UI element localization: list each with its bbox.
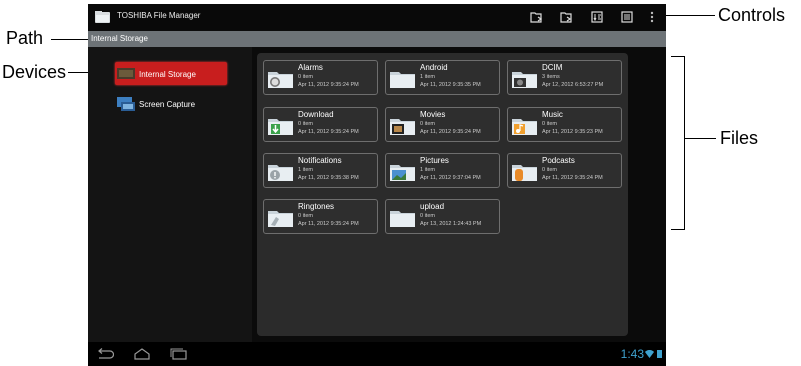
folder-count: 1 item: [298, 167, 313, 173]
folder-date: Apr 11, 2012 9:35:24 PM: [298, 129, 359, 135]
folder-name: Alarms: [298, 63, 323, 72]
folder-tile-upload[interactable]: upload 0 item Apr 13, 2012 1:24:43 PM: [385, 199, 500, 234]
files-bracket-top: [671, 56, 685, 57]
folder-name: Notifications: [298, 156, 342, 165]
files-callout: Files: [720, 128, 759, 148]
title-bar: TOSHIBA File Manager: [88, 4, 666, 30]
paste-file-icon[interactable]: [559, 10, 573, 24]
status-clock: 1:43: [620, 347, 644, 361]
folder-name: Ringtones: [298, 202, 335, 211]
music-folder-icon: [512, 119, 537, 135]
path-callout: Path: [6, 28, 44, 48]
folder-name: Movies: [420, 110, 446, 119]
folder-date: Apr 12, 2012 6:53:27 PM: [542, 82, 604, 88]
folder-name: Music: [542, 110, 563, 119]
device-label: Internal Storage: [139, 70, 196, 79]
files-bracket: [684, 56, 685, 229]
folder-tile-android[interactable]: Android 1 item Apr 11, 2012 9:35:35 PM: [385, 60, 500, 95]
storage-icon: [117, 68, 135, 79]
notification-folder-icon: [268, 165, 293, 181]
folder-count: 0 item: [420, 121, 435, 127]
folder-date: Apr 11, 2012 9:35:24 PM: [542, 175, 603, 181]
path-text[interactable]: Internal Storage: [91, 34, 148, 43]
system-navigation-bar: 1:43: [88, 342, 666, 366]
device-internal-storage[interactable]: Internal Storage: [115, 62, 227, 85]
folder-date: Apr 11, 2012 9:37:04 PM: [420, 175, 481, 181]
app-title: TOSHIBA File Manager: [117, 11, 201, 20]
folder-count: 0 item: [542, 121, 557, 127]
path-bar: Internal Storage: [88, 31, 666, 47]
download-folder-icon: [268, 119, 293, 135]
folder-name: upload: [420, 202, 445, 211]
folder-count: 0 item: [298, 213, 313, 219]
files-callout-line: [684, 138, 716, 139]
tablet-screen: TOSHIBA File Manager Internal Storage In…: [88, 4, 666, 366]
recent-apps-icon[interactable]: [170, 348, 188, 360]
new-file-icon[interactable]: [529, 10, 543, 24]
home-icon[interactable]: [133, 348, 151, 360]
folder-name: Android: [420, 63, 448, 72]
folder-icon: [390, 72, 415, 88]
sort-icon[interactable]: [590, 10, 604, 24]
folder-tile-pictures[interactable]: Pictures 1 item Apr 11, 2012 9:37:04 PM: [385, 153, 500, 188]
list-view-icon[interactable]: [620, 10, 634, 24]
folder-tile-podcasts[interactable]: Podcasts 0 item Apr 11, 2012 9:35:24 PM: [507, 153, 622, 188]
devices-panel: Internal Storage Screen Capture: [88, 47, 252, 342]
folder-date: Apr 13, 2012 1:24:43 PM: [420, 221, 482, 227]
folder-count: 0 item: [420, 213, 435, 219]
folder-date: Apr 11, 2012 9:35:38 PM: [298, 175, 359, 181]
files-panel: Alarms 0 item Apr 11, 2012 9:35:24 PM An…: [257, 53, 628, 336]
folder-name: Pictures: [420, 156, 449, 165]
camera-folder-icon: [512, 72, 537, 88]
podcast-folder-icon: [512, 165, 537, 181]
ringtone-folder-icon: [268, 211, 293, 227]
folder-count: 0 item: [298, 121, 313, 127]
folder-count: 1 item: [420, 167, 435, 173]
folder-tile-music[interactable]: Music 0 item Apr 11, 2012 9:35:23 PM: [507, 107, 622, 142]
alarm-folder-icon: [268, 72, 293, 88]
folder-tile-movies[interactable]: Movies 0 item Apr 11, 2012 9:35:24 PM: [385, 107, 500, 142]
folder-tile-ringtones[interactable]: Ringtones 0 item Apr 11, 2012 9:35:24 PM: [263, 199, 378, 234]
folder-tile-dcim[interactable]: DCIM 3 items Apr 12, 2012 6:53:27 PM: [507, 60, 622, 95]
back-icon[interactable]: [96, 348, 114, 360]
movie-folder-icon: [390, 119, 415, 135]
devices-callout: Devices: [2, 62, 67, 82]
folder-date: Apr 11, 2012 9:35:24 PM: [298, 221, 359, 227]
folder-name: Podcasts: [542, 156, 575, 165]
path-callout-line: [51, 39, 91, 40]
folder-date: Apr 11, 2012 9:35:23 PM: [542, 129, 603, 135]
folder-date: Apr 11, 2012 9:35:35 PM: [420, 82, 481, 88]
battery-icon: [657, 350, 662, 358]
folder-tile-download[interactable]: Download 0 item Apr 11, 2012 9:35:24 PM: [263, 107, 378, 142]
folder-name: DCIM: [542, 63, 563, 72]
device-label: Screen Capture: [139, 100, 196, 109]
folder-count: 0 item: [542, 167, 557, 173]
screen-capture-icon: [117, 97, 135, 111]
file-manager-app-icon: [95, 11, 110, 23]
overflow-menu-icon[interactable]: [648, 10, 656, 24]
folder-icon: [390, 211, 415, 227]
folder-count: 3 items: [542, 74, 560, 80]
picture-folder-icon: [390, 165, 415, 181]
controls-callout-line: [664, 15, 715, 16]
device-screen-capture[interactable]: Screen Capture: [115, 92, 227, 115]
folder-name: Download: [298, 110, 334, 119]
folder-count: 1 item: [420, 74, 435, 80]
wifi-icon: [645, 350, 654, 358]
folder-tile-notifications[interactable]: Notifications 1 item Apr 11, 2012 9:35:3…: [263, 153, 378, 188]
folder-count: 0 item: [298, 74, 313, 80]
folder-date: Apr 11, 2012 9:35:24 PM: [420, 129, 481, 135]
folder-tile-alarms[interactable]: Alarms 0 item Apr 11, 2012 9:35:24 PM: [263, 60, 378, 95]
files-bracket-bottom: [671, 229, 685, 230]
folder-date: Apr 11, 2012 9:35:24 PM: [298, 82, 359, 88]
controls-callout: Controls: [718, 5, 786, 25]
